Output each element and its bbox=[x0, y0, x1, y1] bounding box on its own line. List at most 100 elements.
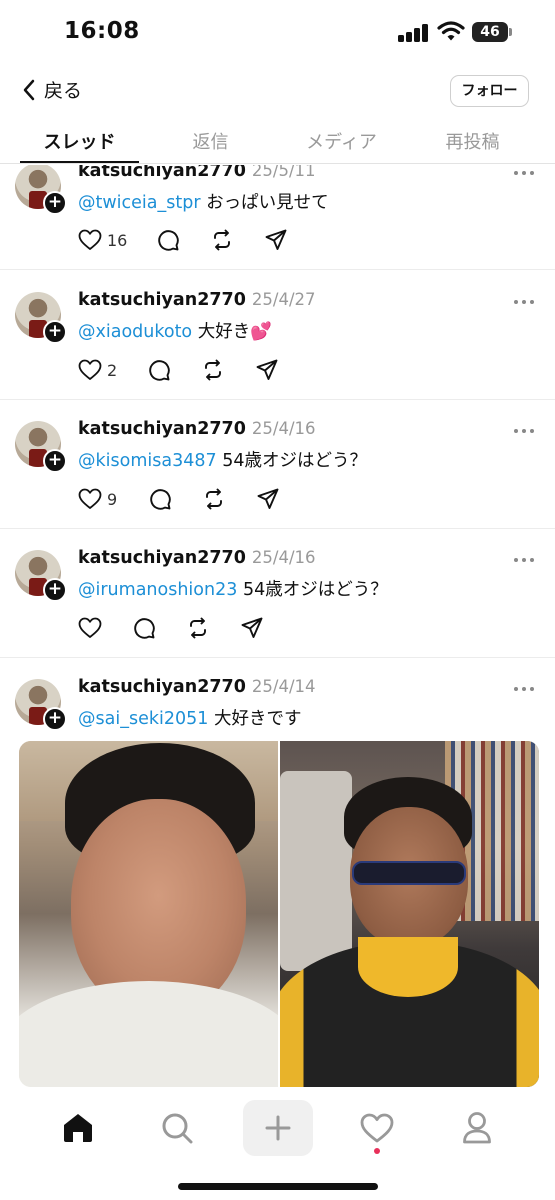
like-button[interactable]: 9 bbox=[78, 486, 117, 512]
tab-profile[interactable] bbox=[442, 1100, 512, 1156]
follow-plus-icon[interactable]: + bbox=[43, 320, 67, 344]
post-date: 25/5/11 bbox=[251, 165, 316, 180]
share-button[interactable] bbox=[240, 615, 264, 641]
follow-plus-icon[interactable]: + bbox=[43, 191, 67, 215]
heart-icon bbox=[360, 1113, 394, 1143]
send-icon bbox=[241, 617, 263, 638]
mention-link[interactable]: @kisomisa3487 bbox=[78, 451, 217, 471]
hoodie-collar bbox=[358, 937, 458, 997]
more-icon[interactable] bbox=[514, 298, 536, 306]
more-icon[interactable] bbox=[514, 427, 536, 435]
heart-icon bbox=[78, 229, 102, 250]
create-post-button[interactable] bbox=[243, 1100, 313, 1156]
post-photo-2[interactable] bbox=[280, 741, 539, 1087]
nav-header: 戻る フォロー bbox=[0, 62, 555, 118]
tab-search[interactable] bbox=[142, 1100, 212, 1156]
post-text: @xiaodukoto 大好き💕 bbox=[78, 318, 272, 343]
post-actions bbox=[78, 615, 308, 641]
send-icon bbox=[265, 229, 287, 250]
mention-link[interactable]: @irumanoshion23 bbox=[78, 580, 237, 600]
avatar[interactable]: + bbox=[15, 550, 67, 602]
reply-button[interactable] bbox=[147, 357, 171, 383]
tab-replies[interactable]: 返信 bbox=[141, 128, 280, 154]
comment-icon bbox=[158, 230, 179, 251]
avatar[interactable]: + bbox=[15, 679, 67, 731]
battery-indicator: 46 bbox=[472, 22, 508, 42]
thread-post[interactable]: + katsuchiyan2770 25/4/27 @xiaodukoto 大好き… bbox=[0, 270, 555, 400]
thread-post[interactable]: + katsuchiyan2770 25/4/16 @kisomisa3487 5… bbox=[0, 400, 555, 529]
tab-home[interactable] bbox=[43, 1100, 113, 1156]
post-body: おっぱい見せて bbox=[206, 193, 329, 213]
post-header: katsuchiyan2770 25/4/16 bbox=[78, 548, 316, 568]
follow-button[interactable]: フォロー bbox=[450, 75, 529, 107]
bottom-tab-bar bbox=[0, 1090, 555, 1200]
post-date: 25/4/16 bbox=[251, 419, 316, 438]
follow-plus-icon[interactable]: + bbox=[43, 578, 67, 602]
username[interactable]: katsuchiyan2770 bbox=[78, 548, 246, 568]
wifi-icon bbox=[437, 21, 465, 41]
post-body: 54歳オジはどう？ bbox=[222, 451, 367, 471]
username[interactable]: katsuchiyan2770 bbox=[78, 165, 246, 181]
avatar[interactable]: + bbox=[15, 421, 67, 473]
comment-icon bbox=[134, 618, 155, 639]
share-button[interactable] bbox=[256, 486, 280, 512]
post-photo-1[interactable] bbox=[19, 741, 278, 1087]
username[interactable]: katsuchiyan2770 bbox=[78, 290, 246, 310]
back-button[interactable]: 戻る bbox=[22, 76, 82, 103]
like-button[interactable] bbox=[78, 615, 102, 641]
chevron-left-icon bbox=[23, 79, 35, 100]
thread-post[interactable]: + katsuchiyan2770 25/5/11 @twiceia_stpr お… bbox=[0, 165, 555, 270]
repost-button[interactable] bbox=[202, 486, 226, 512]
repost-button[interactable] bbox=[186, 615, 210, 641]
more-icon[interactable] bbox=[514, 556, 536, 564]
avatar[interactable]: + bbox=[15, 292, 67, 344]
home-icon bbox=[64, 1114, 92, 1142]
post-media[interactable] bbox=[19, 741, 539, 1087]
reply-button[interactable] bbox=[132, 615, 156, 641]
thread-feed[interactable]: + katsuchiyan2770 25/5/11 @twiceia_stpr お… bbox=[0, 165, 555, 1090]
more-icon[interactable] bbox=[514, 685, 536, 693]
post-actions: 2 bbox=[78, 357, 308, 383]
send-icon bbox=[256, 359, 278, 380]
repost-icon bbox=[206, 488, 222, 510]
status-bar: 16:08 46 bbox=[0, 0, 555, 62]
share-button[interactable] bbox=[255, 357, 279, 383]
profile-icon bbox=[463, 1112, 491, 1144]
follow-plus-icon[interactable]: + bbox=[43, 449, 67, 473]
post-text: @sai_seki2051 大好きです bbox=[78, 705, 301, 730]
post-text: @kisomisa3487 54歳オジはどう？ bbox=[78, 447, 367, 472]
username[interactable]: katsuchiyan2770 bbox=[78, 419, 246, 439]
plus-icon bbox=[265, 1115, 291, 1141]
like-button[interactable]: 2 bbox=[78, 357, 117, 383]
notification-dot bbox=[374, 1148, 380, 1154]
like-count: 2 bbox=[107, 360, 118, 380]
avatar[interactable]: + bbox=[15, 165, 67, 215]
thread-post[interactable]: + katsuchiyan2770 25/4/16 @irumanoshion23… bbox=[0, 529, 555, 658]
post-actions: 16 bbox=[78, 227, 308, 253]
send-icon bbox=[257, 488, 279, 509]
status-time: 16:08 bbox=[64, 18, 140, 44]
reply-button[interactable] bbox=[148, 486, 172, 512]
profile-tabs: スレッド 返信 メディア 再投稿 bbox=[0, 118, 555, 164]
repost-button[interactable] bbox=[201, 357, 225, 383]
sunglasses bbox=[352, 861, 466, 885]
post-header: katsuchiyan2770 25/4/16 bbox=[78, 419, 316, 439]
heart-icon bbox=[78, 488, 102, 509]
post-date: 25/4/27 bbox=[251, 290, 316, 309]
mention-link[interactable]: @sai_seki2051 bbox=[78, 709, 208, 729]
mention-link[interactable]: @twiceia_stpr bbox=[78, 193, 201, 213]
repost-icon bbox=[214, 229, 230, 251]
repost-button[interactable] bbox=[210, 227, 234, 253]
reply-button[interactable] bbox=[156, 227, 180, 253]
like-button[interactable]: 16 bbox=[78, 227, 127, 253]
tab-media[interactable]: メディア bbox=[272, 128, 411, 154]
tab-threads[interactable]: スレッド bbox=[10, 128, 149, 154]
post-text: @irumanoshion23 54歳オジはどう？ bbox=[78, 576, 388, 601]
mention-link[interactable]: @xiaodukoto bbox=[78, 322, 192, 342]
username[interactable]: katsuchiyan2770 bbox=[78, 677, 246, 697]
share-button[interactable] bbox=[264, 227, 288, 253]
follow-plus-icon[interactable]: + bbox=[43, 707, 67, 731]
tab-reposts[interactable]: 再投稿 bbox=[403, 128, 542, 154]
battery-tip bbox=[509, 28, 512, 36]
more-icon[interactable] bbox=[514, 169, 536, 177]
